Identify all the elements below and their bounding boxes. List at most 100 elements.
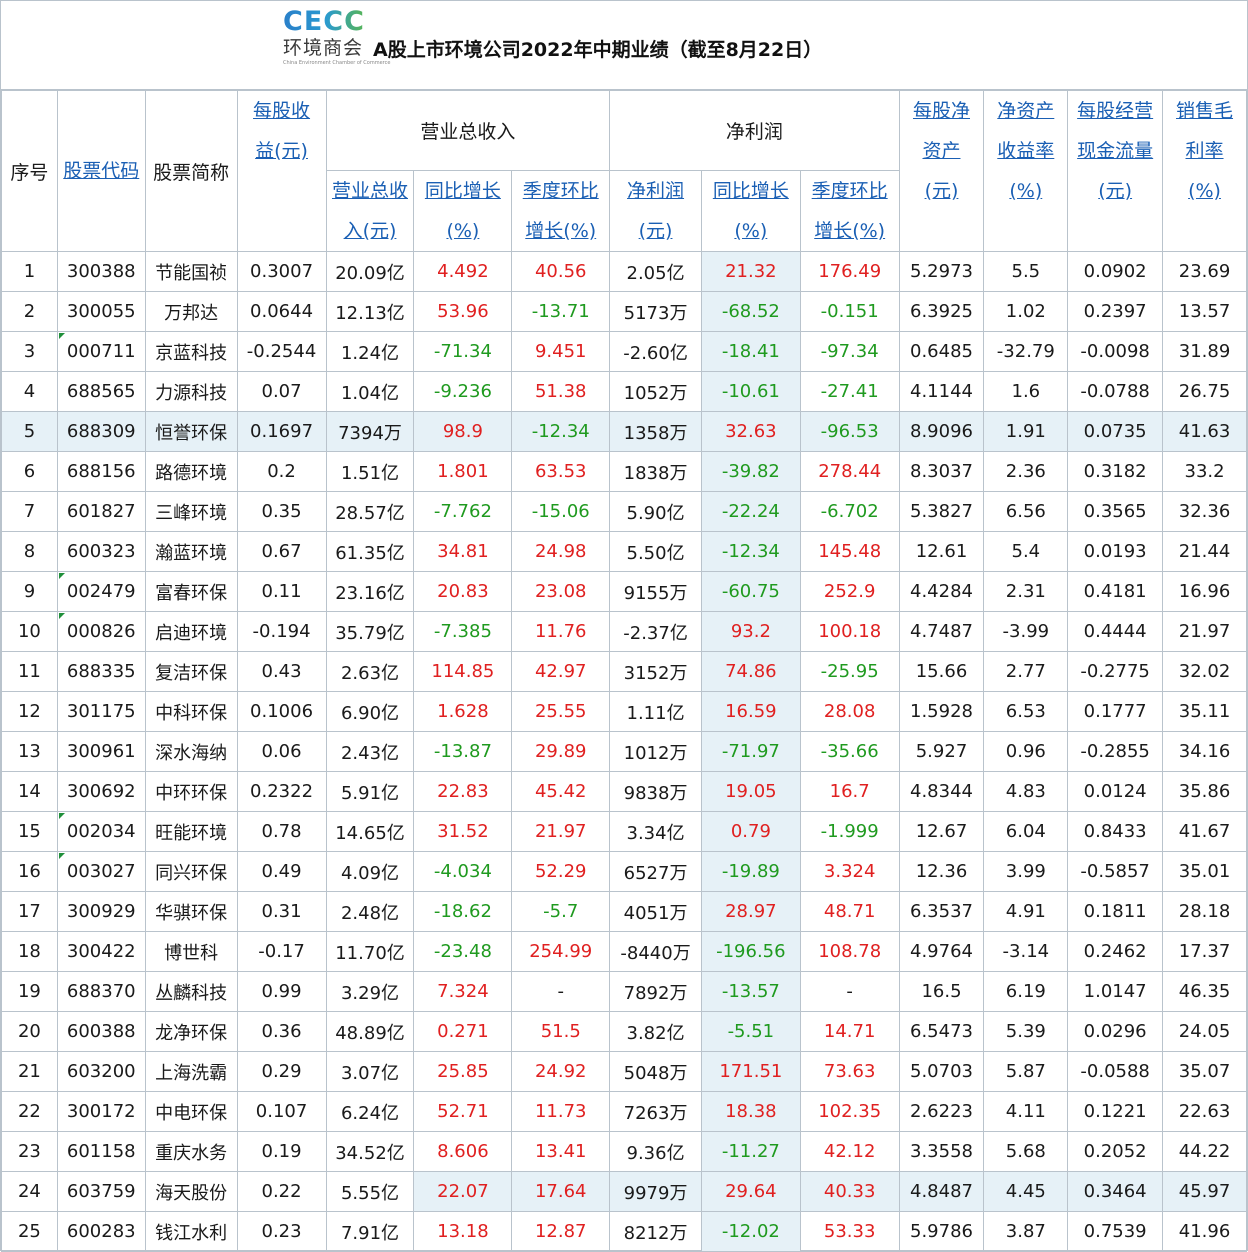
cell-eps-value: 0.3007 <box>250 261 314 282</box>
cell-profit-qoq: -6.702 <box>799 491 900 532</box>
cell-profit-yoy: -12.02 <box>700 1211 801 1252</box>
cell-revenue-value: 11.70亿 <box>335 942 405 964</box>
cell-bvps-value: 4.1144 <box>910 381 973 402</box>
header-eps[interactable]: 每股收益(元) <box>236 90 327 252</box>
cell-eps: 0.107 <box>236 1091 327 1132</box>
cell-profit-qoq-value: 42.12 <box>823 1141 876 1162</box>
cell-stock-name: 路德环境 <box>144 451 238 492</box>
cell-bvps-value: 12.36 <box>915 861 968 882</box>
cell-profit-qoq-value: 176.49 <box>818 261 882 282</box>
cell-profit-value: 8212万 <box>623 1222 688 1244</box>
cell-revenue-qoq: 42.97 <box>511 651 611 692</box>
cell-profit: 4051万 <box>609 891 702 932</box>
cell-profit-yoy: 29.64 <box>700 1171 801 1212</box>
cell-profit-qoq-value: -0.151 <box>820 301 879 322</box>
header-ocf[interactable]: 每股经营现金流量(元) <box>1067 90 1164 252</box>
cell-profit-qoq-value: 102.35 <box>818 1101 882 1122</box>
cell-eps-value: 0.1697 <box>250 421 314 442</box>
cell-eps: -0.2544 <box>236 331 327 372</box>
cell-revenue-yoy: 114.85 <box>413 651 513 692</box>
cell-profit: 7263万 <box>609 1091 702 1132</box>
cell-bvps-value: 15.66 <box>915 661 968 682</box>
header-revenue-yoy[interactable]: 同比增长(%) <box>413 170 513 252</box>
header-stock-name: 股票简称 <box>144 90 238 252</box>
header-revenue-qoq[interactable]: 季度环比增长(%) <box>511 170 611 252</box>
header-roe[interactable]: 净资产收益率(%) <box>983 90 1069 252</box>
cell-revenue: 5.91亿 <box>325 771 415 812</box>
header-profit-qoq-label: 季度环比增长(%) <box>811 180 888 242</box>
cell-gross-margin-value: 16.96 <box>1178 581 1231 602</box>
table-row: 15 002034 旺能环境 0.78 14.65亿 31.52 21.97 3.34亿 0.7… <box>1 811 1247 852</box>
cell-stock-code: 300961 <box>56 731 146 772</box>
cell-revenue-yoy-value: 4.492 <box>437 261 489 282</box>
cell-roe-value: 6.53 <box>1005 701 1046 722</box>
header-revenue[interactable]: 营业总收入(元) <box>325 170 415 252</box>
cell-gross-margin-value: 28.18 <box>1178 901 1231 922</box>
cell-ocf: 0.7539 <box>1067 1211 1164 1252</box>
cell-ocf: -0.0098 <box>1067 331 1164 372</box>
cell-ocf-value: 0.2397 <box>1083 301 1147 322</box>
cell-revenue: 1.24亿 <box>325 331 415 372</box>
cell-roe-value: 1.6 <box>1011 381 1041 402</box>
cell-bvps-value: 5.927 <box>915 741 968 762</box>
cell-revenue-qoq-value: 52.29 <box>534 861 587 882</box>
cell-eps: 0.78 <box>236 811 327 852</box>
cell-bvps: 4.8344 <box>898 771 985 812</box>
header-gross-margin[interactable]: 销售毛利率(%) <box>1162 90 1247 252</box>
cell-profit-qoq: 278.44 <box>799 451 900 492</box>
cell-revenue-qoq: 40.56 <box>511 251 611 292</box>
cell-eps: 0.0644 <box>236 291 327 332</box>
cell-profit-yoy: -22.24 <box>700 491 801 532</box>
cell-revenue-yoy-value: 20.83 <box>437 581 489 602</box>
cell-stock-name: 中电环保 <box>144 1091 238 1132</box>
cell-profit: 2.05亿 <box>609 251 702 292</box>
cell-roe-value: 1.91 <box>1005 421 1046 442</box>
cell-stock-name: 瀚蓝环境 <box>144 531 238 572</box>
cell-profit-yoy: -12.34 <box>700 531 801 572</box>
cell-stock-name-value: 丛麟科技 <box>155 982 228 1004</box>
cell-profit-qoq: 73.63 <box>799 1051 900 1092</box>
cell-profit-value: 9838万 <box>623 782 688 804</box>
cell-revenue-yoy-value: -71.34 <box>433 341 492 362</box>
cell-gross-margin: 26.75 <box>1162 371 1247 412</box>
cell-profit-qoq: 102.35 <box>799 1091 900 1132</box>
cell-roe: 0.96 <box>983 731 1069 772</box>
header-profit-qoq[interactable]: 季度环比增长(%) <box>799 170 900 252</box>
cell-profit-yoy: 32.63 <box>700 411 801 452</box>
cell-stock-name-value: 路德环境 <box>155 462 228 484</box>
cell-roe-value: 4.11 <box>1005 1101 1046 1122</box>
cell-profit-qoq: 28.08 <box>799 691 900 732</box>
cell-ocf-value: 0.0902 <box>1083 261 1147 282</box>
header-profit-yoy[interactable]: 同比增长(%) <box>700 170 801 252</box>
cell-roe: 5.39 <box>983 1011 1069 1052</box>
cell-revenue-qoq-value: 45.42 <box>534 781 587 802</box>
cell-profit-yoy-value: -11.27 <box>721 1141 780 1162</box>
header-stock-code[interactable]: 股票代码 <box>56 90 146 252</box>
cell-stock-code-value: 688370 <box>66 981 136 1002</box>
cell-profit-qoq-value: 278.44 <box>818 461 882 482</box>
cell-stock-name: 三峰环境 <box>144 491 238 532</box>
table-row: 9 002479 富春环保 0.11 23.16亿 20.83 23.08 9155万 -60.… <box>1 571 1247 612</box>
cell-revenue: 2.63亿 <box>325 651 415 692</box>
cell-gross-margin: 35.11 <box>1162 691 1247 732</box>
cell-seq: 19 <box>1 971 58 1012</box>
cell-revenue: 12.13亿 <box>325 291 415 332</box>
cell-revenue-value: 3.07亿 <box>340 1062 400 1084</box>
cell-bvps-value: 4.9764 <box>910 941 973 962</box>
cell-profit-value: 5173万 <box>623 302 688 324</box>
table-row: 12 301175 中科环保 0.1006 6.90亿 1.628 25.55 1.11亿 16… <box>1 691 1247 732</box>
cell-revenue-yoy: 22.07 <box>413 1171 513 1212</box>
cell-revenue-yoy-value: -9.236 <box>433 381 492 402</box>
cell-eps: -0.17 <box>236 931 327 972</box>
cell-ocf: 0.2397 <box>1067 291 1164 332</box>
cell-revenue-yoy-value: -13.87 <box>433 741 492 762</box>
cell-profit-qoq-value: 48.71 <box>823 901 876 922</box>
header-profit[interactable]: 净利润(元) <box>609 170 702 252</box>
cell-stock-code-value: 601158 <box>66 1141 136 1162</box>
header-bvps[interactable]: 每股净资产(元) <box>898 90 985 252</box>
cell-seq-value: 14 <box>17 781 41 802</box>
cell-stock-name: 京蓝科技 <box>144 331 238 372</box>
cell-revenue-value: 7394万 <box>338 422 402 444</box>
cell-eps: 0.11 <box>236 571 327 612</box>
cell-gross-margin: 32.02 <box>1162 651 1247 692</box>
